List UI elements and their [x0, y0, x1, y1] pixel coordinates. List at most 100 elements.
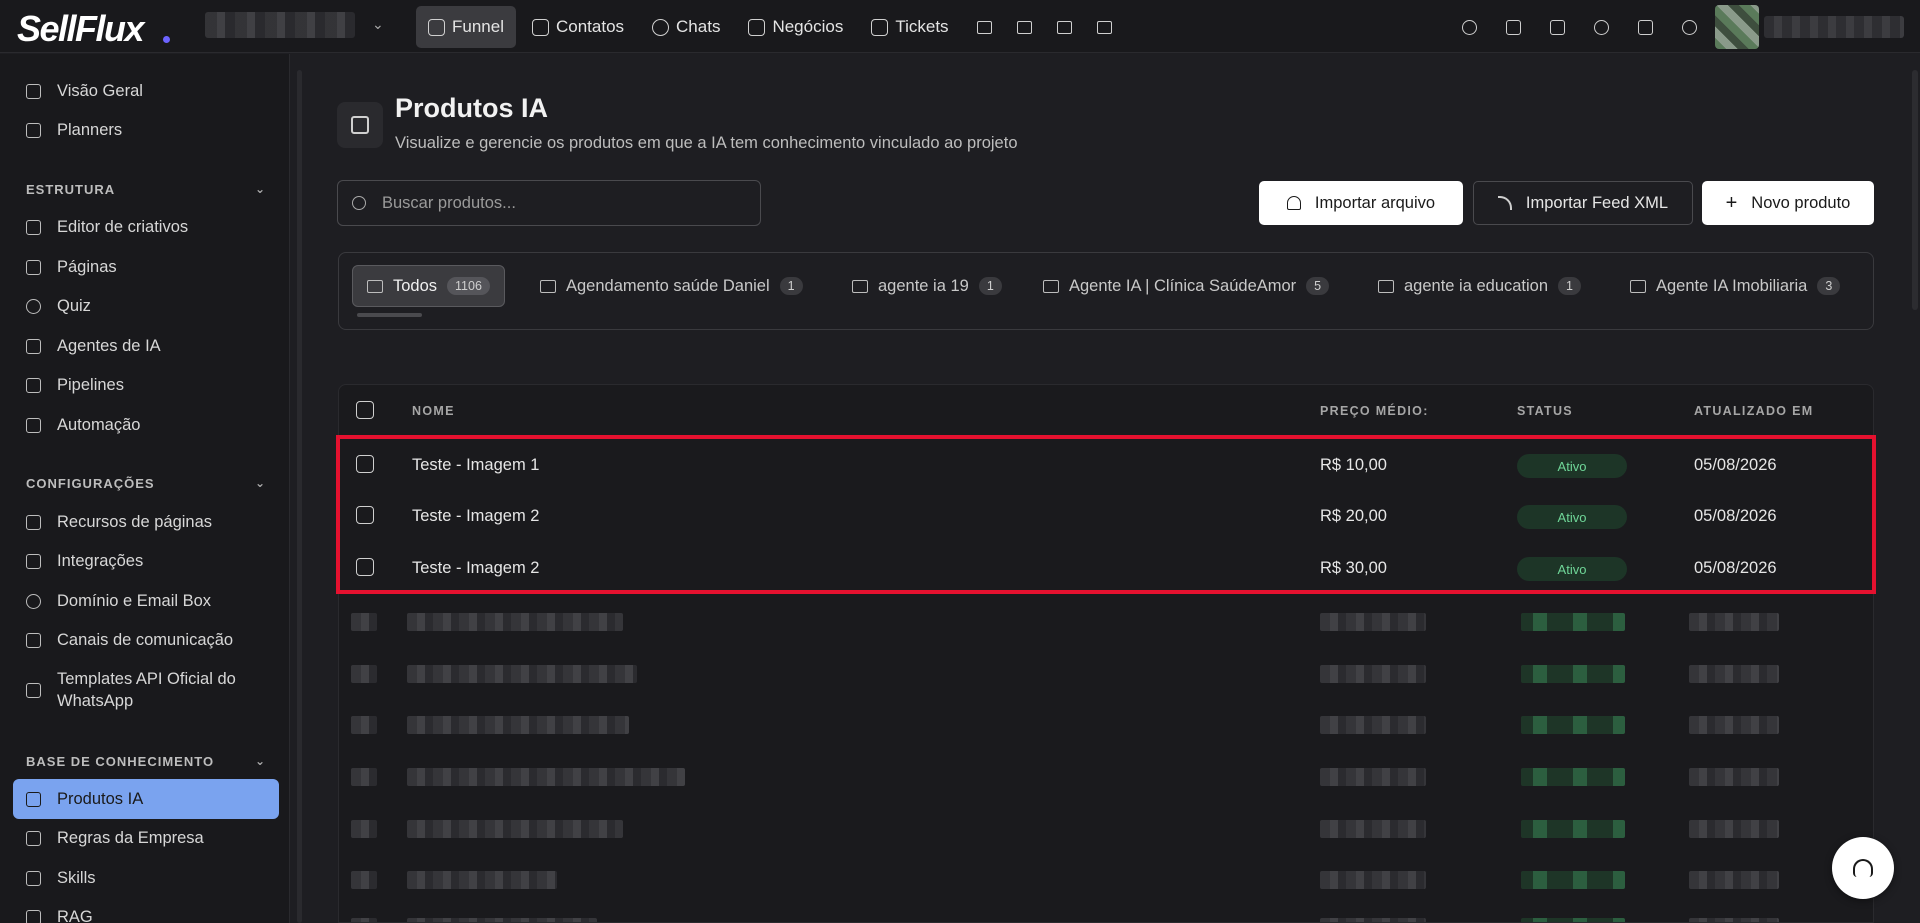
nav-tickets[interactable]: Tickets [859, 6, 960, 48]
nav-contatos-label: Contatos [555, 17, 625, 36]
sidebar-item-agentes-ia[interactable]: Agentes de IA [13, 326, 279, 366]
mail-icon[interactable] [965, 6, 1005, 48]
sidebar-item-label: Quiz [57, 296, 91, 315]
table-row-blurred[interactable] [339, 900, 1873, 922]
nav-funnel[interactable]: Funnel [416, 6, 516, 48]
bar-chart-icon[interactable] [1085, 6, 1125, 48]
headset-icon[interactable] [1667, 14, 1711, 40]
sidebar-item-rag[interactable]: RAG [13, 897, 279, 923]
chevron-down-icon[interactable]: ⌄ [372, 16, 384, 33]
sidebar-item-label: Agentes de IA [57, 336, 161, 355]
calendar-icon[interactable] [1045, 6, 1085, 48]
app-logo[interactable]: SellFlux [17, 8, 145, 50]
section-title: CONFIGURAÇÕES [26, 476, 155, 491]
sidebar-item-dominio-email[interactable]: Domínio e Email Box [13, 581, 279, 621]
product-price: R$ 30,00 [1320, 559, 1387, 577]
globe-icon[interactable] [1579, 14, 1623, 40]
section-configuracoes[interactable]: CONFIGURAÇÕES ⌄ [26, 476, 266, 491]
plug-icon [26, 553, 41, 569]
sidebar-item-visao-geral[interactable]: Visão Geral [13, 71, 279, 111]
search-icon[interactable] [1447, 14, 1491, 40]
workspace-name-blurred[interactable] [205, 12, 355, 38]
main-scrollbar[interactable] [1912, 70, 1918, 310]
folder-icon [540, 279, 556, 293]
support-button[interactable] [1832, 837, 1894, 899]
chip-icon [26, 791, 41, 807]
sidebar-item-quiz[interactable]: Quiz [13, 286, 279, 326]
rss-icon [1497, 196, 1512, 210]
import-file-button[interactable]: Importar arquivo [1259, 181, 1463, 225]
folder-agendamento-saude[interactable]: Agendamento saúde Daniel 1 [540, 265, 803, 307]
product-name: Teste - Imagem 1 [412, 456, 540, 474]
folder-count-badge: 1 [978, 277, 1002, 295]
chevron-down-icon[interactable]: ⌄ [255, 182, 266, 197]
file-icon [26, 259, 41, 275]
sidebar-item-integracoes[interactable]: Integrações [13, 541, 279, 581]
products-table: NOME PREÇO MÉDIO: STATUS ATUALIZADO EM T… [338, 384, 1874, 923]
chevron-down-icon[interactable]: ⌄ [255, 754, 266, 769]
sidebar-item-regras-empresa[interactable]: Regras da Empresa [13, 818, 279, 858]
section-estrutura[interactable]: ESTRUTURA ⌄ [26, 182, 266, 197]
sidebar-item-recursos-paginas[interactable]: Recursos de páginas [13, 502, 279, 542]
nav-contatos[interactable]: Contatos [520, 6, 636, 48]
sidebar-item-produtos-ia[interactable]: Produtos IA [13, 779, 279, 819]
folder-clinica-saudeamor[interactable]: Agente IA | Clínica SaúdeAmor 5 [1043, 265, 1330, 307]
search-input[interactable] [382, 193, 742, 213]
apps-grid-icon[interactable] [1491, 14, 1535, 40]
sidebar-item-canais-comunicacao[interactable]: Canais de comunicação [13, 620, 279, 660]
folder-icon [1378, 279, 1394, 293]
table-row[interactable]: Teste - Imagem 2 R$ 30,00 Ativo 05/08/20… [339, 543, 1873, 595]
message-square-icon[interactable] [1005, 6, 1045, 48]
table-row-blurred[interactable] [339, 595, 1873, 647]
nav-negocios[interactable]: Negócios [736, 6, 855, 48]
sidebar-item-editor-criativos[interactable]: Editor de criativos [13, 207, 279, 247]
search-box[interactable] [337, 180, 761, 226]
folder-open-icon [367, 279, 383, 293]
folder-agente-ia-education[interactable]: agente ia education 1 [1378, 265, 1581, 307]
col-header-status[interactable]: STATUS [1517, 404, 1573, 418]
sidebar-item-label: Automação [57, 415, 141, 434]
page-title: Produtos IA [395, 93, 548, 123]
page-subtitle: Visualize e gerencie os produtos em que … [395, 134, 1018, 152]
avatar[interactable] [1715, 5, 1759, 49]
folder-todos[interactable]: Todos 1106 [352, 265, 505, 307]
contacts-icon [531, 18, 549, 36]
product-name: Teste - Imagem 2 [412, 507, 540, 525]
sidebar-scrollbar[interactable] [297, 70, 302, 923]
table-row[interactable]: Teste - Imagem 1 R$ 10,00 Ativo 05/08/20… [339, 440, 1873, 492]
nav-chats[interactable]: Chats [640, 6, 732, 48]
folder-agente-ia-imobiliaria[interactable]: Agente IA Imobiliaria 3 [1630, 265, 1841, 307]
import-feed-button[interactable]: Importar Feed XML [1473, 181, 1693, 225]
table-row-blurred[interactable] [339, 802, 1873, 854]
table-row-blurred[interactable] [339, 698, 1873, 750]
sidebar-item-templates-whatsapp[interactable]: Templates API Oficial do WhatsApp [13, 664, 279, 716]
sidebar-item-paginas[interactable]: Páginas [13, 247, 279, 287]
row-checkbox[interactable] [356, 506, 374, 524]
row-checkbox[interactable] [356, 558, 374, 576]
col-header-preco[interactable]: PREÇO MÉDIO: [1320, 404, 1429, 418]
chevron-down-icon[interactable]: ⌄ [255, 476, 266, 491]
table-row-blurred[interactable] [339, 647, 1873, 699]
inbox-icon[interactable] [1535, 14, 1579, 40]
table-row-blurred[interactable] [339, 853, 1873, 905]
row-checkbox[interactable] [356, 455, 374, 473]
folder-count-badge: 3 [1817, 277, 1841, 295]
col-header-nome[interactable]: NOME [412, 404, 455, 418]
section-base-conhecimento[interactable]: BASE DE CONHECIMENTO ⌄ [26, 754, 266, 769]
col-header-atualizado[interactable]: ATUALIZADO EM [1694, 404, 1813, 418]
select-all-checkbox[interactable] [356, 401, 374, 419]
folder-agente-ia-19[interactable]: agente ia 19 1 [852, 265, 1002, 307]
table-row-blurred[interactable] [339, 750, 1873, 802]
image-edit-icon [26, 219, 41, 235]
folder-scrollbar[interactable] [357, 313, 422, 317]
globe-icon [26, 593, 41, 609]
sidebar-item-automacao[interactable]: Automação [13, 405, 279, 445]
sidebar-item-planners[interactable]: Planners [13, 110, 279, 150]
table-row[interactable]: Teste - Imagem 2 R$ 20,00 Ativo 05/08/20… [339, 491, 1873, 543]
user-name-blurred[interactable] [1764, 16, 1904, 38]
new-product-button[interactable]: + Novo produto [1702, 181, 1874, 225]
book-icon[interactable] [1623, 14, 1667, 40]
logo-dot [163, 36, 170, 43]
sidebar-item-pipelines[interactable]: Pipelines [13, 365, 279, 405]
sidebar-item-skills[interactable]: Skills [13, 858, 279, 898]
